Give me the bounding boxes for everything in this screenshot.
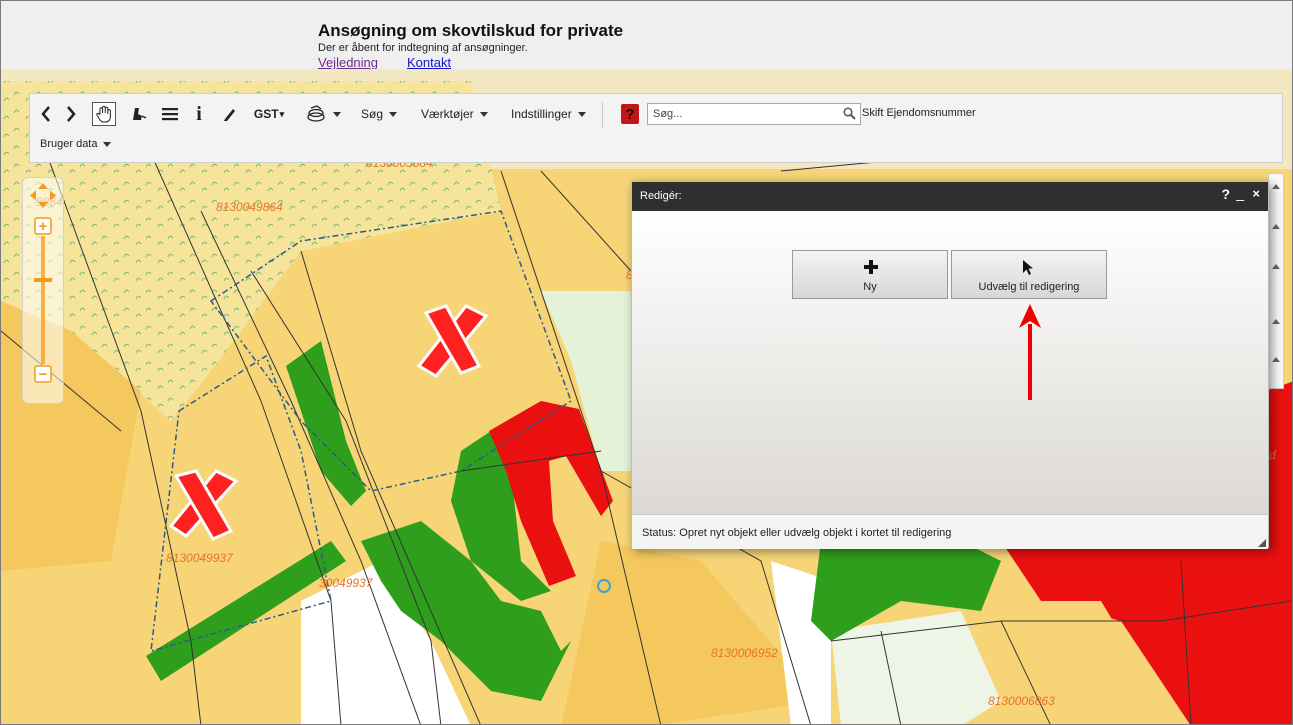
scroll-up-icon[interactable] xyxy=(1272,264,1280,269)
user-data-menu[interactable]: Bruger data xyxy=(40,138,112,150)
dialog-help-button[interactable]: ? xyxy=(1221,186,1230,202)
pan-arrows-icon xyxy=(30,183,56,208)
parcel-label: 8130006863 xyxy=(988,694,1055,708)
new-button[interactable]: Ny xyxy=(792,250,948,299)
pointer-icon xyxy=(1023,260,1033,275)
search-menu[interactable]: Søg xyxy=(361,102,398,126)
parcel-label: 8130049864 xyxy=(216,200,283,214)
zoom-control: + − xyxy=(22,177,64,404)
parcel-label: 8130049937 xyxy=(166,551,234,565)
search-box xyxy=(647,103,861,125)
dialog-header[interactable]: Redigér: ? _ × xyxy=(632,182,1268,211)
select-for-edit-label: Udvælg til redigering xyxy=(978,281,1080,293)
edit-dialog: Redigér: ? _ × Ny Udvælg til redigering … xyxy=(631,181,1269,549)
settings-menu[interactable]: Indstillinger xyxy=(511,102,586,126)
help-icon[interactable]: ? xyxy=(621,102,639,126)
dialog-status-bar: Status: Opret nyt objekt eller udvælg ob… xyxy=(632,514,1268,549)
parcel-label: 30049937 xyxy=(319,576,374,590)
svg-text:+: + xyxy=(39,218,48,235)
list-icon[interactable] xyxy=(160,102,180,126)
identify-icon[interactable] xyxy=(129,102,149,126)
dialog-title: Redigér: xyxy=(640,190,682,202)
forward-icon[interactable] xyxy=(63,102,79,126)
scroll-up-icon[interactable] xyxy=(1272,184,1280,189)
dialog-minimize-button[interactable]: _ xyxy=(1236,185,1244,201)
resize-handle-icon[interactable] xyxy=(1258,539,1266,547)
search-input[interactable] xyxy=(648,104,832,124)
zoom-slider-handle xyxy=(34,278,52,282)
app-header: Ansøgning om skovtilskud for private Der… xyxy=(1,1,1292,70)
plus-icon xyxy=(864,260,878,274)
scroll-up-icon[interactable] xyxy=(1272,319,1280,324)
guide-link[interactable]: Vejledning xyxy=(318,55,378,70)
dialog-body: Ny Udvælg til redigering xyxy=(632,211,1268,514)
pan-hand-icon[interactable] xyxy=(92,102,116,126)
layers-icon[interactable] xyxy=(298,102,348,126)
pencil-icon[interactable] xyxy=(220,102,240,126)
screen: Ansøgning om skovtilskud for private Der… xyxy=(0,0,1293,725)
svg-text:?: ? xyxy=(625,106,634,123)
map-toolbar: i GST▾ Søg Værktøjer Indstillinger ? Ski… xyxy=(29,93,1283,163)
info-icon[interactable]: i xyxy=(192,102,206,126)
toolbar-divider xyxy=(602,102,603,128)
zoom-slider-track xyxy=(41,236,45,364)
page-subtitle: Der er åbent for indtegning af ansøgning… xyxy=(318,42,528,54)
select-for-edit-button[interactable]: Udvælg til redigering xyxy=(951,250,1107,299)
svg-text:−: − xyxy=(39,366,48,383)
search-icon[interactable] xyxy=(843,107,856,125)
dialog-close-button[interactable]: × xyxy=(1252,186,1260,201)
red-arrow-annotation xyxy=(1019,304,1041,400)
status-text: Status: Opret nyt objekt eller udvælg ob… xyxy=(642,527,952,539)
tools-menu[interactable]: Værktøjer xyxy=(421,102,488,126)
side-panel-scroll[interactable] xyxy=(1268,173,1284,389)
parcel-label: 8130006952 xyxy=(711,646,778,660)
back-icon[interactable] xyxy=(38,102,54,126)
page-title: Ansøgning om skovtilskud for private xyxy=(318,21,624,40)
change-property-number-link[interactable]: Skift Ejendomsnummer xyxy=(862,107,976,119)
scroll-up-icon[interactable] xyxy=(1272,224,1280,229)
gst-icon[interactable]: GST ▾ xyxy=(251,102,287,126)
contact-link[interactable]: Kontakt xyxy=(407,55,451,70)
parcel-label: d xyxy=(1269,448,1276,462)
scroll-up-icon[interactable] xyxy=(1272,357,1280,362)
new-button-label: Ny xyxy=(863,281,877,293)
